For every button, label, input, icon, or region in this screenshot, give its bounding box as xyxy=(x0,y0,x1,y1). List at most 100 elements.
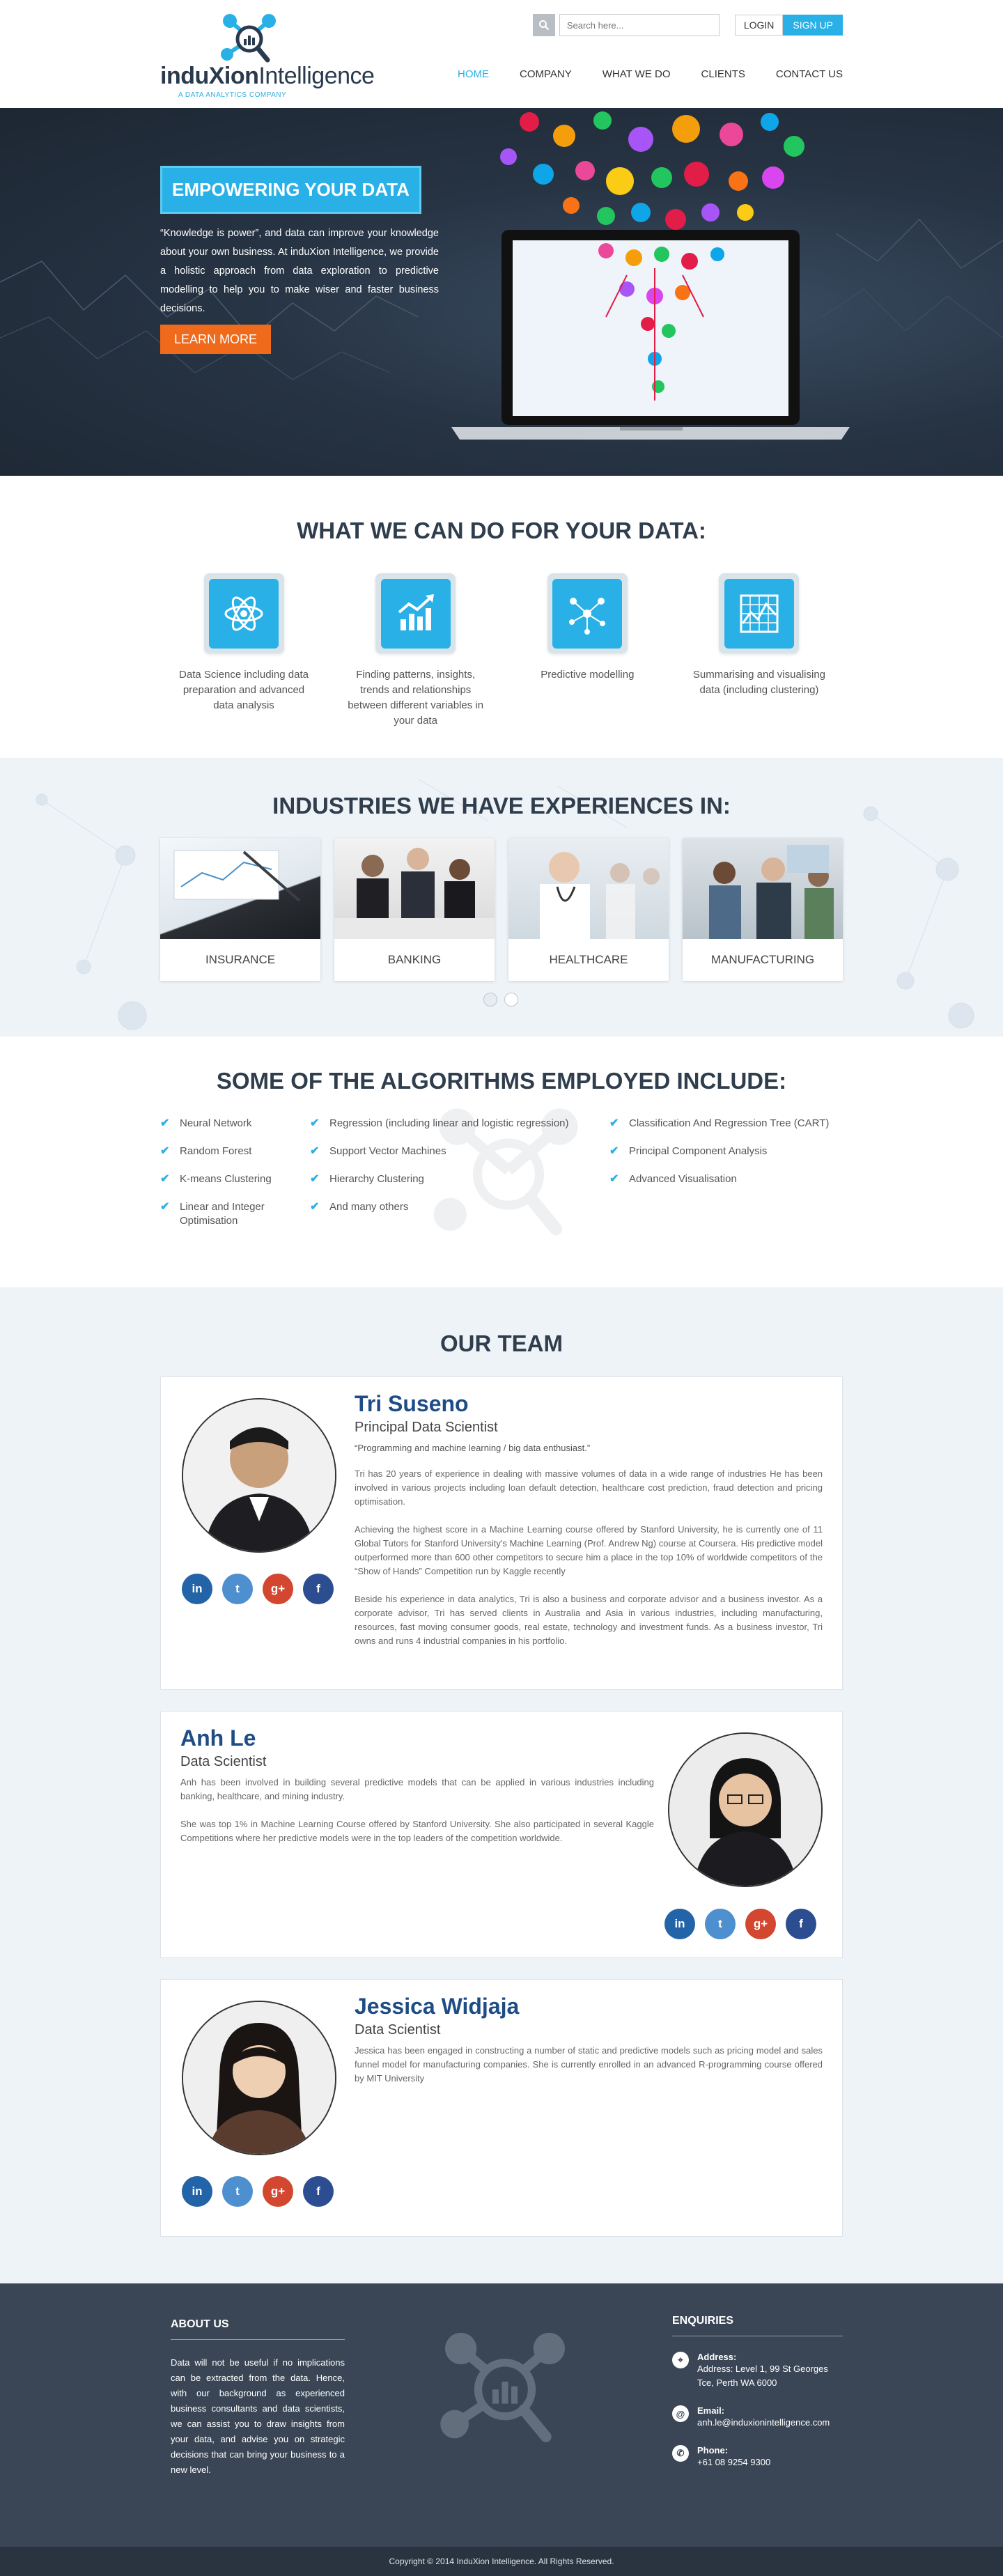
industries-carousel: INSURANCE BANKING HEALTHCARE MANUFACTURI… xyxy=(160,838,843,981)
banking-image xyxy=(334,838,495,939)
phone-icon: ✆ xyxy=(672,2445,689,2462)
services-title: WHAT WE CAN DO FOR YOUR DATA: xyxy=(297,518,706,543)
footer-about: ABOUT US Data will not be useful if no i… xyxy=(171,2318,345,2478)
footer-email[interactable]: @ Email: anh.le@induxionintelligence.com xyxy=(672,2405,843,2430)
algorithm-item: ✔ And many others xyxy=(310,1201,409,1213)
industry-card[interactable]: INSURANCE xyxy=(160,838,320,981)
member-paragraph: Jessica has been engaged in constructing… xyxy=(355,2045,823,2084)
brand-tagline: A DATA ANALYTICS COMPANY xyxy=(178,91,287,99)
carousel-dot[interactable] xyxy=(483,993,497,1007)
twitter-icon[interactable]: t xyxy=(222,1574,253,1604)
linkedin-icon[interactable]: in xyxy=(182,2176,212,2207)
copyright-bar: Copyright © 2014 InduXion Intelligence. … xyxy=(0,2547,1003,2576)
service-item: Finding patterns, insights, trends and r… xyxy=(332,573,499,729)
insurance-image xyxy=(160,838,320,939)
member-photo xyxy=(182,1398,336,1553)
email-icon: @ xyxy=(672,2405,689,2422)
search-icon xyxy=(538,20,550,31)
check-icon: ✔ xyxy=(609,1117,619,1129)
industry-card[interactable]: HEALTHCARE xyxy=(508,838,669,981)
carousel-dot-active[interactable] xyxy=(504,993,518,1007)
check-icon: ✔ xyxy=(310,1173,320,1185)
algorithm-item: ✔ Neural Network xyxy=(160,1117,252,1129)
check-icon: ✔ xyxy=(310,1145,320,1157)
service-text: Predictive modelling xyxy=(541,669,635,681)
member-role: Principal Data Scientist xyxy=(355,1420,498,1435)
industry-label: MANUFACTURING xyxy=(710,953,815,966)
twitter-icon[interactable]: t xyxy=(222,2176,253,2207)
industries-section: INDUSTRIES WE HAVE EXPERIENCES IN: INSUR… xyxy=(0,758,1003,1037)
laptop-data-icons-illustration xyxy=(451,111,850,440)
services-list: Data Science including data preparation … xyxy=(160,573,843,729)
algorithm-item: ✔ Advanced Visualisation xyxy=(609,1173,737,1185)
site-header: induXionIntelligence A DATA ANALYTICS CO… xyxy=(0,0,1003,108)
search-input[interactable] xyxy=(559,14,720,36)
service-icon-box xyxy=(375,573,456,653)
service-item: Predictive modelling xyxy=(504,573,671,729)
manufacturing-image xyxy=(683,838,843,939)
check-icon: ✔ xyxy=(160,1173,170,1185)
service-icon-box xyxy=(719,573,800,653)
algorithm-item: ✔ Classification And Regression Tree (CAR… xyxy=(609,1117,830,1129)
search-button[interactable] xyxy=(532,14,555,36)
google-plus-icon[interactable]: g+ xyxy=(263,2176,293,2207)
login-button[interactable]: LOGIN xyxy=(734,15,784,36)
algorithm-item: ✔ Random Forest xyxy=(160,1145,252,1157)
industry-card[interactable]: MANUFACTURING xyxy=(683,838,843,981)
footer-address: ⌖ Address: Address: Level 1, 99 St George… xyxy=(672,2352,843,2390)
nav-clients[interactable]: CLIENTS xyxy=(701,68,745,80)
footer-phone[interactable]: ✆ Phone: +61 08 9254 9300 xyxy=(672,2445,843,2469)
grid-chart-icon xyxy=(740,594,779,633)
industries-title: INDUSTRIES WE HAVE EXPERIENCES IN: xyxy=(272,793,731,818)
check-icon: ✔ xyxy=(609,1173,619,1185)
member-name: Jessica Widjaja xyxy=(355,1994,520,2019)
divider xyxy=(171,2339,345,2340)
algorithm-item: ✔ Support Vector Machines xyxy=(310,1145,446,1157)
facebook-icon[interactable]: f xyxy=(786,1909,816,1939)
service-item: Data Science including data preparation … xyxy=(160,573,327,729)
service-text: Finding patterns, insights, trends and r… xyxy=(348,669,484,727)
nav-home[interactable]: HOME xyxy=(458,68,489,80)
member-photo xyxy=(668,1732,823,1887)
member-paragraph: She was top 1% in Machine Learning Cours… xyxy=(180,1819,654,1843)
member-social-links: in t g+ f xyxy=(182,1574,343,1604)
industry-card[interactable]: BANKING xyxy=(334,838,495,981)
google-plus-icon[interactable]: g+ xyxy=(745,1909,776,1939)
services-section: WHAT WE CAN DO FOR YOUR DATA: Data Scien… xyxy=(0,476,1003,758)
algorithms-title: SOME OF THE ALGORITHMS EMPLOYED INCLUDE: xyxy=(216,1068,787,1094)
facebook-icon[interactable]: f xyxy=(303,2176,334,2207)
service-text: Summarising and visualising data (includ… xyxy=(692,669,826,696)
industry-label: HEALTHCARE xyxy=(549,953,628,966)
member-paragraph: Tri has 20 years of experience in dealin… xyxy=(355,1468,823,1507)
algorithm-item: ✔ Regression (including linear and logist… xyxy=(310,1117,569,1129)
member-role: Data Scientist xyxy=(355,2022,441,2038)
check-icon: ✔ xyxy=(310,1117,320,1129)
check-icon: ✔ xyxy=(160,1201,170,1213)
nav-company[interactable]: COMPANY xyxy=(520,68,572,80)
twitter-icon[interactable]: t xyxy=(705,1909,736,1939)
signup-button[interactable]: SIGN UP xyxy=(783,15,843,36)
member-social-links: in t g+ f xyxy=(182,2176,343,2207)
footer-about-text: Data will not be useful if no implicatio… xyxy=(171,2357,345,2475)
team-member-card: in t g+ f Tri Suseno Principal Data Scie… xyxy=(160,1376,843,1690)
service-icon-box xyxy=(547,573,628,653)
member-paragraph: Beside his experience in data analytics,… xyxy=(355,1594,823,1646)
member-bio: Anh Le Data Scientist Anh has been invol… xyxy=(180,1725,654,1845)
industry-label: INSURANCE xyxy=(205,953,276,966)
linkedin-icon[interactable]: in xyxy=(182,1574,212,1604)
algorithms-column-2: ✔ Regression (including linear and logist… xyxy=(310,1117,602,1228)
linkedin-icon[interactable]: in xyxy=(664,1909,695,1939)
facebook-icon[interactable]: f xyxy=(303,1574,334,1604)
algorithms-column-3: ✔ Classification And Regression Tree (CAR… xyxy=(609,1117,843,1200)
google-plus-icon[interactable]: g+ xyxy=(263,1574,293,1604)
nav-contact-us[interactable]: CONTACT US xyxy=(776,68,843,80)
hero-text: “Knowledge is power”, and data can impro… xyxy=(160,228,439,314)
check-icon: ✔ xyxy=(160,1145,170,1157)
check-icon: ✔ xyxy=(160,1117,170,1129)
team-section: OUR TEAM in t g+ f Tri Suseno Principal … xyxy=(0,1287,1003,2283)
nav-what-we-do[interactable]: WHAT WE DO xyxy=(602,68,671,80)
member-bio: Jessica Widjaja Data Scientist Jessica h… xyxy=(355,1994,823,2086)
learn-more-button[interactable]: LEARN MORE xyxy=(160,325,272,354)
brand-logo[interactable]: induXionIntelligence A DATA ANALYTICS CO… xyxy=(160,11,375,102)
member-paragraph: Achieving the highest score in a Machine… xyxy=(355,1524,823,1576)
